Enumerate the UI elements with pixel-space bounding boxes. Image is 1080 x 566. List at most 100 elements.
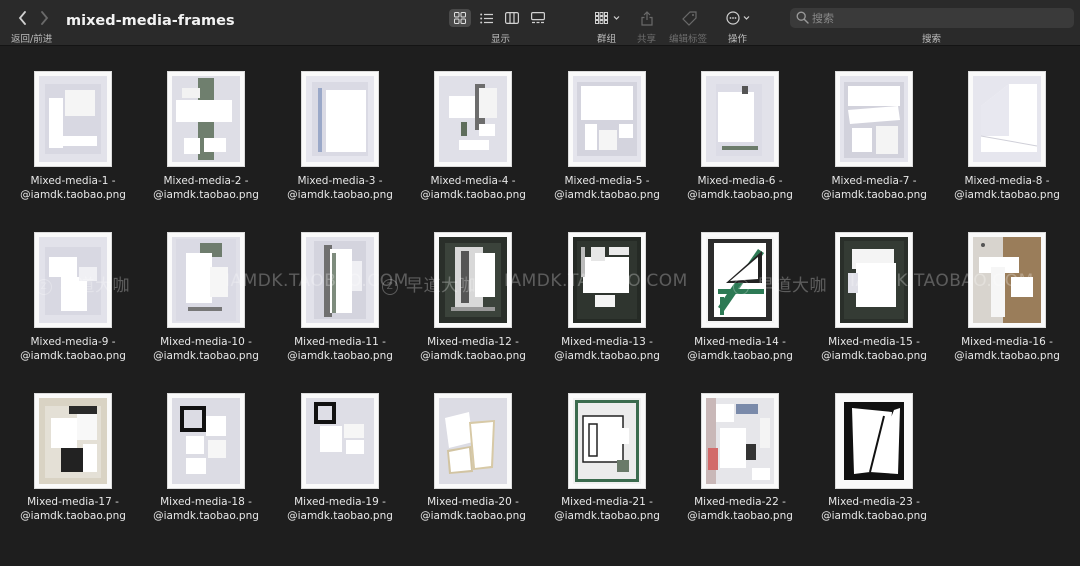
file-grid: Mixed-media-1 - @iamdk.taobao.png Mixed-m… <box>0 46 1080 566</box>
file-thumbnail <box>34 393 112 489</box>
file-name: Mixed-media-20 - @iamdk.taobao.png <box>420 496 526 522</box>
file-thumbnail <box>701 71 779 167</box>
file-item[interactable]: Mixed-media-20 - @iamdk.taobao.png <box>406 367 540 522</box>
group-button[interactable] <box>595 9 621 27</box>
share-icon <box>641 10 653 26</box>
gallery-view-button[interactable] <box>527 9 549 27</box>
file-item[interactable]: Mixed-media-16 - @iamdk.taobao.png <box>940 207 1074 362</box>
window-title: mixed-media-frames <box>66 13 235 29</box>
file-name: Mixed-media-6 - @iamdk.taobao.png <box>687 175 793 201</box>
back-button[interactable] <box>15 10 31 26</box>
file-thumbnail <box>167 71 245 167</box>
file-thumbnail <box>301 393 379 489</box>
file-item[interactable]: Mixed-media-9 - @iamdk.taobao.png <box>6 207 140 362</box>
search-icon <box>796 11 809 24</box>
file-thumbnail <box>167 232 245 328</box>
tag-icon <box>682 10 697 26</box>
file-thumbnail <box>167 393 245 489</box>
file-name: Mixed-media-17 - @iamdk.taobao.png <box>20 496 126 522</box>
chevron-left-icon <box>18 11 26 25</box>
action-label: 操作 <box>728 34 748 45</box>
columns-icon <box>505 12 519 24</box>
file-name: Mixed-media-3 - @iamdk.taobao.png <box>287 175 393 201</box>
file-name: Mixed-media-15 - @iamdk.taobao.png <box>821 336 927 362</box>
file-item[interactable]: Mixed-media-2 - @iamdk.taobao.png <box>139 46 273 201</box>
share-label: 共享 <box>637 34 657 45</box>
icon-view-button[interactable] <box>449 9 471 27</box>
file-name: Mixed-media-19 - @iamdk.taobao.png <box>287 496 393 522</box>
file-thumbnail <box>34 71 112 167</box>
file-thumbnail <box>835 71 913 167</box>
file-thumbnail <box>301 71 379 167</box>
file-name: Mixed-media-8 - @iamdk.taobao.png <box>954 175 1060 201</box>
file-name: Mixed-media-16 - @iamdk.taobao.png <box>954 336 1060 362</box>
gallery-icon <box>531 12 545 24</box>
file-thumbnail <box>568 232 646 328</box>
search-label: 搜索 <box>922 34 942 45</box>
file-thumbnail <box>835 393 913 489</box>
file-item[interactable]: Mixed-media-6 - @iamdk.taobao.png <box>673 46 807 201</box>
file-name: Mixed-media-10 - @iamdk.taobao.png <box>153 336 259 362</box>
ellipsis-circle-icon <box>726 11 750 25</box>
file-name: Mixed-media-1 - @iamdk.taobao.png <box>20 175 126 201</box>
file-thumbnail <box>835 232 913 328</box>
search-input[interactable] <box>812 10 1062 26</box>
share-button[interactable] <box>641 9 653 27</box>
file-thumbnail <box>701 393 779 489</box>
file-item[interactable]: Mixed-media-21 - @iamdk.taobao.png <box>540 367 674 522</box>
file-name: Mixed-media-11 - @iamdk.taobao.png <box>287 336 393 362</box>
view-label: 显示 <box>491 34 511 45</box>
file-item[interactable]: Mixed-media-23 - @iamdk.taobao.png <box>807 367 941 522</box>
file-thumbnail <box>968 232 1046 328</box>
file-item[interactable]: Mixed-media-17 - @iamdk.taobao.png <box>6 367 140 522</box>
file-item[interactable]: Mixed-media-8 - @iamdk.taobao.png <box>940 46 1074 201</box>
file-name: Mixed-media-2 - @iamdk.taobao.png <box>153 175 259 201</box>
file-name: Mixed-media-22 - @iamdk.taobao.png <box>687 496 793 522</box>
file-item[interactable]: Mixed-media-7 - @iamdk.taobao.png <box>807 46 941 201</box>
file-item[interactable]: Mixed-media-19 - @iamdk.taobao.png <box>273 367 407 522</box>
file-name: Mixed-media-7 - @iamdk.taobao.png <box>821 175 927 201</box>
nav-label: 返回/前进 <box>11 34 53 45</box>
file-name: Mixed-media-23 - @iamdk.taobao.png <box>821 496 927 522</box>
file-item[interactable]: Mixed-media-5 - @iamdk.taobao.png <box>540 46 674 201</box>
edit-tags-button[interactable] <box>682 9 697 27</box>
forward-button[interactable] <box>36 10 52 26</box>
action-button[interactable] <box>726 9 752 27</box>
file-name: Mixed-media-13 - @iamdk.taobao.png <box>554 336 660 362</box>
file-name: Mixed-media-5 - @iamdk.taobao.png <box>554 175 660 201</box>
grid-icon <box>454 12 466 24</box>
search-field[interactable] <box>790 8 1074 28</box>
file-name: Mixed-media-14 - @iamdk.taobao.png <box>687 336 793 362</box>
file-thumbnail <box>434 71 512 167</box>
list-icon <box>479 13 493 23</box>
file-item[interactable]: Mixed-media-12 - @iamdk.taobao.png <box>406 207 540 362</box>
file-item[interactable]: Mixed-media-10 - @iamdk.taobao.png <box>139 207 273 362</box>
file-thumbnail <box>568 393 646 489</box>
file-name: Mixed-media-9 - @iamdk.taobao.png <box>20 336 126 362</box>
file-item[interactable]: Mixed-media-4 - @iamdk.taobao.png <box>406 46 540 201</box>
file-thumbnail <box>701 232 779 328</box>
file-item[interactable]: Mixed-media-3 - @iamdk.taobao.png <box>273 46 407 201</box>
file-name: Mixed-media-4 - @iamdk.taobao.png <box>420 175 526 201</box>
edit-tags-label: 编辑标签 <box>669 34 708 45</box>
file-thumbnail <box>434 232 512 328</box>
toolbar: 返回/前进 mixed-media-frames 显示 群组 共享 编辑标签 操… <box>0 0 1080 46</box>
column-view-button[interactable] <box>501 9 523 27</box>
file-name: Mixed-media-21 - @iamdk.taobao.png <box>554 496 660 522</box>
file-thumbnail <box>301 232 379 328</box>
list-view-button[interactable] <box>475 9 497 27</box>
file-item[interactable]: Mixed-media-1 - @iamdk.taobao.png <box>6 46 140 201</box>
file-item[interactable]: Mixed-media-15 - @iamdk.taobao.png <box>807 207 941 362</box>
file-item[interactable]: Mixed-media-22 - @iamdk.taobao.png <box>673 367 807 522</box>
view-mode-group <box>449 9 553 27</box>
group-label: 群组 <box>597 34 617 45</box>
group-grid-icon <box>595 12 620 24</box>
file-item[interactable]: Mixed-media-18 - @iamdk.taobao.png <box>139 367 273 522</box>
file-item[interactable]: Mixed-media-14 - @iamdk.taobao.png <box>673 207 807 362</box>
file-item[interactable]: Mixed-media-13 - @iamdk.taobao.png <box>540 207 674 362</box>
file-item[interactable]: Mixed-media-11 - @iamdk.taobao.png <box>273 207 407 362</box>
chevron-right-icon <box>41 11 49 25</box>
file-thumbnail <box>34 232 112 328</box>
file-thumbnail <box>434 393 512 489</box>
file-thumbnail <box>568 71 646 167</box>
